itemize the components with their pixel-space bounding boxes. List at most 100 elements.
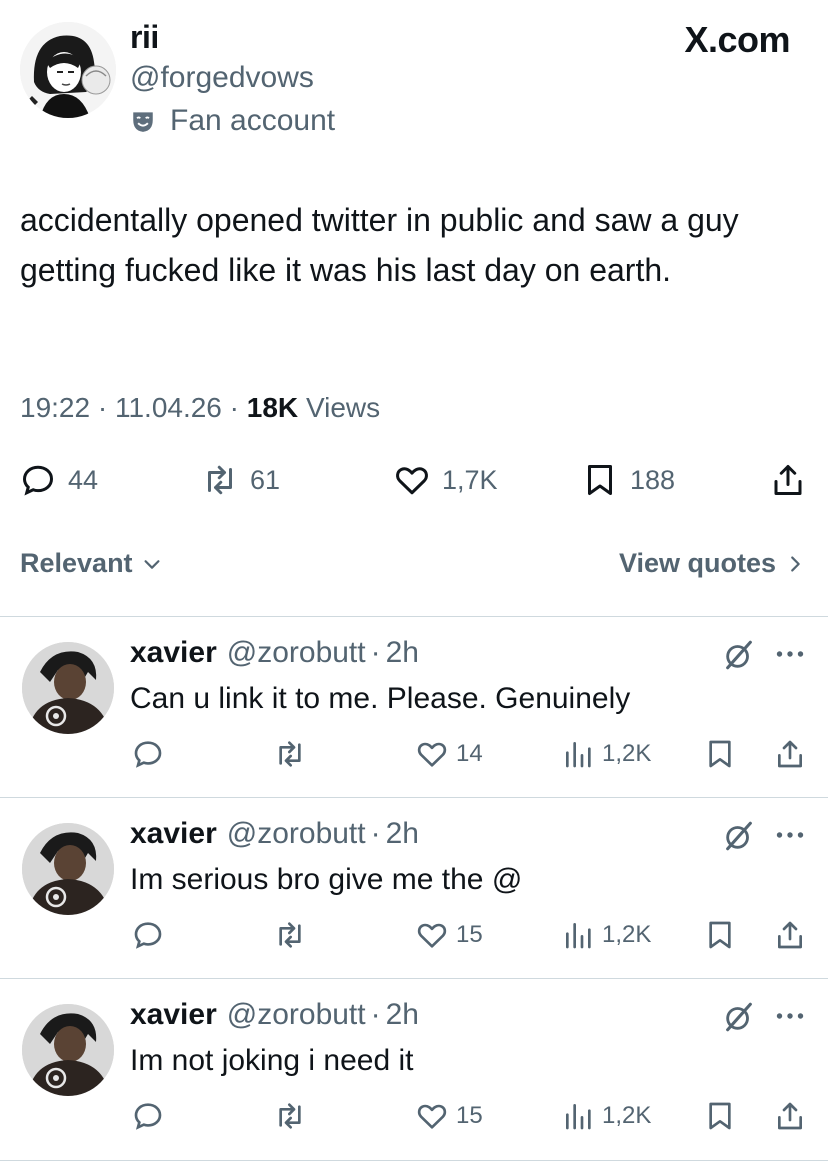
reply-like-button[interactable]: 15 — [416, 919, 483, 951]
reply-author-name[interactable]: xavier — [130, 636, 217, 670]
reply-reply-button[interactable] — [132, 738, 164, 770]
reply-repost-button[interactable] — [274, 1100, 306, 1132]
sort-dropdown[interactable]: Relevant — [20, 548, 163, 579]
bookmark-icon — [588, 465, 612, 495]
reply-item[interactable]: xavier @zorobutt · 2h Im not joking i ne… — [0, 980, 828, 1160]
reply-like-button[interactable]: 14 — [416, 738, 483, 770]
reply-text: Can u link it to me. Please. Genuinely — [130, 682, 631, 715]
reply-like-button[interactable]: 15 — [416, 1100, 483, 1132]
reply-item[interactable]: xavier @zorobutt · 2h Can u link it to m… — [0, 618, 828, 798]
more-icon[interactable] — [772, 636, 808, 672]
like-count: 1,7K — [442, 464, 498, 495]
reply-bookmark-button[interactable] — [704, 738, 736, 770]
grok-icon[interactable] — [722, 819, 756, 853]
tweet-time[interactable]: 19:22 — [20, 392, 90, 423]
reply-time[interactable]: 2h — [386, 636, 419, 670]
replies-filter-bar: Relevant View quotes — [0, 548, 828, 588]
repost-icon — [279, 1103, 301, 1129]
reply-repost-button[interactable] — [274, 919, 306, 951]
reply-icon — [134, 1103, 162, 1130]
repost-button[interactable]: 61 — [202, 462, 280, 498]
reply-icon — [134, 922, 162, 949]
views-chart-icon — [566, 1104, 591, 1130]
grok-icon[interactable] — [722, 1000, 756, 1034]
heart-icon — [417, 742, 447, 767]
views-chart-icon — [566, 923, 591, 949]
share-icon — [778, 1102, 802, 1130]
reply-author-handle[interactable]: @zorobutt — [227, 636, 366, 670]
repost-icon — [279, 741, 301, 767]
sort-label: Relevant — [20, 548, 133, 578]
reply-avatar[interactable] — [22, 823, 114, 915]
reply-icon — [134, 741, 162, 768]
repost-icon — [208, 465, 232, 495]
reply-views-button[interactable]: 1,2K — [562, 738, 651, 770]
like-button[interactable]: 1,7K — [394, 462, 498, 498]
divider — [0, 978, 828, 979]
theater-mask-icon — [130, 108, 156, 134]
bookmark-icon — [709, 1102, 731, 1130]
tweet-text: accidentally opened twitter in public an… — [20, 202, 739, 288]
reply-avatar[interactable] — [22, 1004, 114, 1096]
divider — [0, 1160, 828, 1161]
reply-button[interactable]: 44 — [20, 462, 98, 498]
share-icon — [774, 465, 802, 495]
bookmark-icon — [709, 740, 731, 768]
reply-separator: · — [370, 817, 381, 850]
reply-count: 44 — [68, 464, 99, 495]
bookmark-button[interactable]: 188 — [582, 462, 675, 498]
reply-views-count: 1,2K — [602, 921, 652, 948]
site-watermark: X.com — [684, 19, 790, 60]
reply-like-count: 14 — [456, 740, 483, 767]
views-chart-icon — [566, 742, 591, 768]
reply-views-button[interactable]: 1,2K — [562, 1100, 651, 1132]
repost-count: 61 — [250, 464, 281, 495]
tweet-action-bar: 44 61 1,7K 188 — [0, 462, 828, 504]
reply-separator: · — [370, 636, 381, 669]
view-quotes-link[interactable]: View quotes — [619, 548, 806, 579]
reply-text: Im serious bro give me the @ — [130, 863, 523, 896]
reply-item[interactable]: xavier @zorobutt · 2h Im serious bro giv… — [0, 799, 828, 979]
more-icon[interactable] — [772, 998, 808, 1034]
author-avatar[interactable] — [20, 22, 116, 118]
reply-like-count: 15 — [456, 1102, 483, 1129]
reply-author-name[interactable]: xavier — [130, 817, 217, 851]
reply-share-button[interactable] — [774, 919, 806, 951]
reply-repost-button[interactable] — [274, 738, 306, 770]
reply-header: xavier @zorobutt · 2h — [130, 817, 419, 851]
reply-share-button[interactable] — [774, 738, 806, 770]
share-button[interactable] — [770, 462, 806, 498]
reply-avatar[interactable] — [22, 642, 114, 734]
tweet-date[interactable]: 11.04.26 — [115, 392, 222, 423]
reply-views-button[interactable]: 1,2K — [562, 919, 651, 951]
more-icon[interactable] — [772, 817, 808, 853]
bookmark-icon — [709, 921, 731, 949]
reply-reply-button[interactable] — [132, 919, 164, 951]
reply-author-handle[interactable]: @zorobutt — [227, 817, 366, 851]
heart-icon — [396, 467, 428, 495]
reply-bookmark-button[interactable] — [704, 1100, 736, 1132]
reply-time[interactable]: 2h — [386, 998, 419, 1032]
share-icon — [778, 740, 802, 768]
reply-icon — [22, 465, 54, 496]
bookmark-count: 188 — [630, 464, 676, 495]
reply-bookmark-button[interactable] — [704, 919, 736, 951]
reply-share-button[interactable] — [774, 1100, 806, 1132]
reply-text: Im not joking i need it — [130, 1044, 414, 1077]
reply-header: xavier @zorobutt · 2h — [130, 998, 419, 1032]
grok-icon[interactable] — [722, 638, 756, 672]
views-count: 18K — [246, 392, 299, 423]
reply-author-name[interactable]: xavier — [130, 998, 217, 1032]
reply-views-count: 1,2K — [602, 1102, 652, 1129]
repost-icon — [279, 922, 301, 948]
reply-header: xavier @zorobutt · 2h — [130, 636, 419, 670]
reply-author-handle[interactable]: @zorobutt — [227, 998, 366, 1032]
reply-time[interactable]: 2h — [386, 817, 419, 851]
heart-icon — [417, 1104, 447, 1129]
meta-separator: · — [97, 392, 108, 423]
reply-reply-button[interactable] — [132, 1100, 164, 1132]
author-handle[interactable]: @forgedvows — [130, 61, 314, 95]
badge-label: Fan account — [170, 104, 336, 137]
author-display-name[interactable]: rii — [130, 19, 159, 56]
reply-views-count: 1,2K — [602, 740, 652, 767]
